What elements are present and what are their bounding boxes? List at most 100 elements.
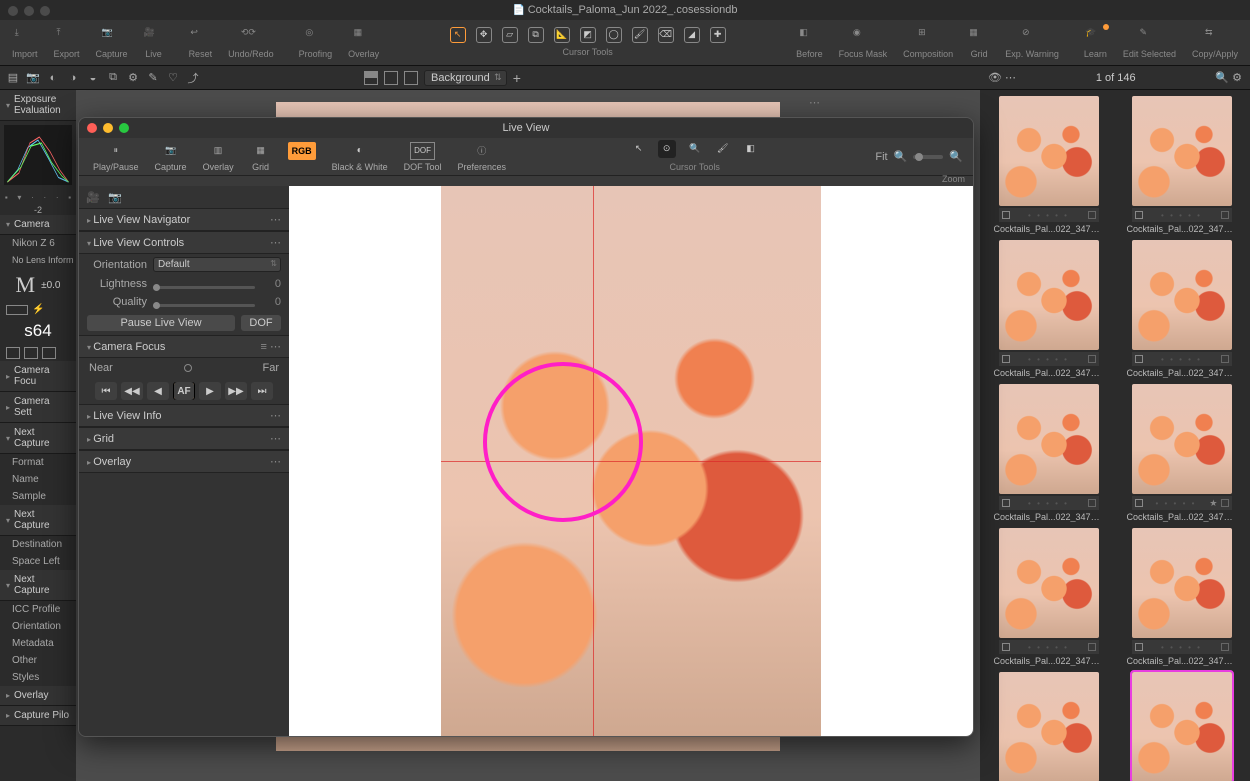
thumbnail[interactable]: • • • • • Cocktails_Pal...022_3475.NEF [986, 384, 1111, 522]
proofing-button[interactable]: ◎Proofing [291, 20, 341, 65]
more-icon[interactable]: ⋯ [270, 213, 281, 226]
lightness-slider[interactable] [153, 286, 255, 289]
style-tab-icon[interactable]: ✎ [146, 71, 160, 85]
more-icon[interactable]: ⋯ [270, 455, 281, 468]
live-minimize-button[interactable] [103, 123, 113, 133]
live-cursor-draw[interactable]: 🖌 [714, 140, 732, 158]
preferences-button[interactable]: ⓘPreferences [449, 142, 514, 172]
wb-icon[interactable] [42, 347, 56, 359]
capture-tab-icon[interactable]: 📷 [26, 71, 40, 85]
quality-slider[interactable] [153, 304, 255, 307]
cursor-spot-tool[interactable]: ◯ [606, 27, 622, 43]
layout-split-icon[interactable] [384, 71, 398, 85]
overlay-section-header[interactable]: Overlay [0, 686, 76, 706]
adjust-tab-icon[interactable]: ◐ [46, 71, 60, 85]
camera-settings-header[interactable]: Camera Sett [0, 392, 76, 423]
focus-near-3-button[interactable]: ⏭ [251, 382, 273, 400]
live-view-canvas[interactable] [289, 186, 973, 736]
next-capture-location-header[interactable]: Next Capture [0, 505, 76, 536]
metadata-row[interactable]: Metadata [0, 635, 76, 652]
live-controls-header[interactable]: Live View Controls⋯ [79, 231, 289, 254]
thumbnail-image[interactable] [999, 96, 1099, 206]
thumbnail-tag[interactable] [1088, 211, 1096, 219]
thumbnail[interactable]: • • • • • Cocktails_Pal...022_3480.NEF [1119, 672, 1244, 781]
export-tab-icon[interactable]: ⤴ [186, 71, 200, 85]
live-zoom-slider[interactable] [913, 155, 943, 159]
other-row[interactable]: Other [0, 652, 76, 669]
af-area-icon[interactable] [24, 347, 38, 359]
live-close-button[interactable] [87, 123, 97, 133]
next-capture-adjustments-header[interactable]: Next Capture [0, 570, 76, 601]
live-grid-header[interactable]: Grid⋯ [79, 427, 289, 450]
thumbnail-checkbox[interactable] [1135, 211, 1143, 219]
before-button[interactable]: ◧Before [788, 20, 831, 65]
add-variant-button[interactable]: + [513, 70, 521, 86]
thumbnail-checkbox[interactable] [1002, 643, 1010, 651]
more-icon[interactable]: ⋯ [270, 432, 281, 445]
format-row[interactable]: Format [0, 454, 76, 471]
focus-mask-button[interactable]: ◉Focus Mask [831, 20, 896, 65]
cursor-hand-tool[interactable]: ✥ [476, 27, 492, 43]
crop-tab-icon[interactable]: ⧉ [106, 71, 120, 85]
camera-section-header[interactable]: Camera [0, 215, 76, 235]
undo-redo-button[interactable]: ⟲⟳Undo/Redo [220, 20, 282, 65]
thumbnail[interactable]: • • • • • Cocktails_Pal...022_3479.NEF [986, 672, 1111, 781]
styles-row[interactable]: Styles [0, 669, 76, 686]
cursor-crop-tool[interactable]: ⧉ [528, 27, 544, 43]
icc-row[interactable]: ICC Profile [0, 601, 76, 618]
viewer-menu-icon[interactable]: ⋯ [809, 96, 820, 109]
cursor-heal-tool[interactable]: ✚ [710, 27, 726, 43]
copy-apply-button[interactable]: ⇆Copy/Apply [1184, 20, 1246, 65]
grid-button[interactable]: ▦Grid [961, 20, 997, 65]
live-view-titlebar[interactable]: Live View [79, 118, 973, 138]
cursor-keystone-tool[interactable]: ◩ [580, 27, 596, 43]
focus-far-1-button[interactable]: ◀ [147, 382, 169, 400]
capture-button[interactable]: 📷Capture [88, 20, 136, 65]
live-cursor-focus[interactable]: ⊙ [658, 140, 676, 158]
background-select[interactable]: Background [424, 70, 507, 86]
focus-near-2-button[interactable]: ▶▶ [225, 382, 247, 400]
thumbnail-tag[interactable] [1221, 355, 1229, 363]
edit-selected-button[interactable]: ✎Edit Selected [1115, 20, 1184, 65]
thumbnail-tag[interactable] [1221, 499, 1229, 507]
more-icon[interactable]: ⋯ [270, 409, 281, 422]
dof-button[interactable]: DOF [241, 315, 281, 331]
visibility-icon[interactable]: 👁 ⋯ [988, 71, 1016, 84]
reset-button[interactable]: ↩Reset [181, 20, 221, 65]
thumbnail-image[interactable] [999, 240, 1099, 350]
play-pause-button[interactable]: ⏸Play/Pause [85, 142, 147, 172]
thumbnail-checkbox[interactable] [1002, 355, 1010, 363]
camera-focus-header[interactable]: Camera Focu [0, 361, 76, 392]
cursor-brush-tool[interactable]: 🖌 [632, 27, 648, 43]
zoom-window-button[interactable] [40, 6, 50, 16]
live-cursor-zoom[interactable]: 🔍 [686, 140, 704, 158]
focus-far-2-button[interactable]: ◀◀ [121, 382, 143, 400]
thumbnail-image[interactable] [1132, 672, 1232, 781]
cursor-erase-tool[interactable]: ⌫ [658, 27, 674, 43]
thumbnail-image[interactable] [999, 672, 1099, 781]
live-button[interactable]: 🎥Live [136, 20, 172, 65]
thumbnail-image[interactable] [1132, 240, 1232, 350]
more-icon[interactable]: ⋯ [270, 236, 281, 249]
thumbnail-image[interactable] [1132, 96, 1232, 206]
live-navigator-header[interactable]: Live View Navigator⋯ [79, 208, 289, 231]
live-cursor-mask[interactable]: ◧ [742, 140, 760, 158]
live-overlay-header[interactable]: Overlay⋯ [79, 450, 289, 473]
thumbnail[interactable]: • • • • • Cocktails_Pal...022_3471.NEF [986, 96, 1111, 234]
autofocus-button[interactable]: AF [173, 382, 195, 400]
thumbnail-checkbox[interactable] [1002, 211, 1010, 219]
focus-near-1-button[interactable]: ▶ [199, 382, 221, 400]
import-button[interactable]: ⤓Import [4, 20, 46, 65]
name-row[interactable]: Name [0, 471, 76, 488]
cursor-straighten-tool[interactable]: 📐 [554, 27, 570, 43]
thumbnail-checkbox[interactable] [1135, 355, 1143, 363]
search-browser-icon[interactable]: 🔍 ⚙ [1215, 71, 1242, 84]
rgb-button[interactable]: RGBRGB [280, 142, 324, 172]
layout-grid-icon[interactable] [364, 71, 378, 85]
more-icon[interactable]: ≡ ⋯ [261, 340, 281, 353]
thumbnail[interactable]: • • • • • Cocktails_Pal...022_3478.NEF [1119, 528, 1244, 666]
live-capture-button[interactable]: 📷Capture [147, 142, 195, 172]
thumbnail[interactable]: • • • • • Cocktails_Pal...022_3474.NEF [1119, 240, 1244, 378]
orientation-row[interactable]: Orientation [0, 618, 76, 635]
thumbnail-tag[interactable] [1221, 211, 1229, 219]
